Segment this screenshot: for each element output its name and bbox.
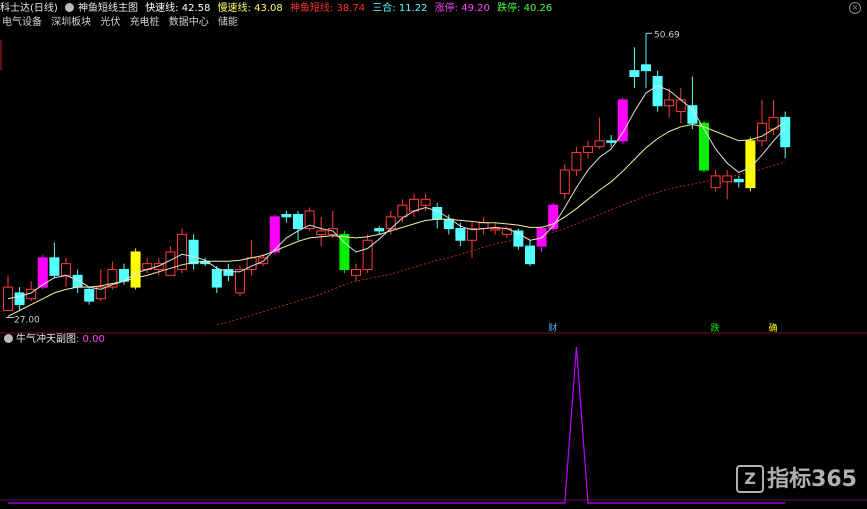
indicator-settings-icon[interactable] — [4, 334, 13, 343]
indicator-value: : 0.00 — [76, 334, 105, 345]
candle-body — [559, 169, 570, 194]
logo-icon: Z — [736, 465, 765, 493]
close-icon[interactable]: × — [849, 2, 861, 14]
candle-body — [281, 214, 292, 218]
candle-body — [316, 230, 327, 235]
candle-body — [733, 178, 744, 183]
candle-body — [652, 75, 663, 107]
candle-body — [397, 204, 408, 218]
header-bar: 科士达(日线) 神鱼短线主图 快速线: 42.58 慢速线: 43.08 神鱼短… — [0, 0, 867, 17]
candle-body — [374, 228, 385, 232]
stock-name[interactable]: 科士达(日线) — [0, 3, 58, 14]
candle-body — [351, 269, 361, 276]
candle-body — [72, 274, 83, 288]
candle-body — [84, 288, 95, 302]
zhangting-label: 涨停: 49.20 — [434, 3, 490, 14]
sector-tag[interactable]: 数据中心 — [169, 17, 209, 28]
sanhe-label: 三合: 11.22 — [372, 3, 428, 14]
watermark-text: 指标365 — [767, 467, 857, 492]
sector-tag[interactable]: 充电桩 — [130, 17, 160, 28]
trend-line — [216, 161, 786, 325]
candle-body — [49, 257, 60, 276]
candle-body — [757, 122, 767, 142]
candle-body — [710, 175, 721, 189]
candle-body — [420, 198, 431, 206]
candle-body — [362, 239, 373, 271]
candle-body — [571, 152, 582, 171]
fast-line — [7, 85, 786, 300]
candle-body — [617, 99, 628, 142]
candle-body — [699, 122, 709, 171]
candle-body — [490, 228, 501, 231]
sector-tag[interactable]: 电气设备 — [2, 17, 42, 28]
slow-line-label: 慢速线: 43.08 — [217, 3, 283, 14]
candle-body — [641, 64, 651, 72]
watermark: Z 指标365 — [736, 461, 857, 493]
indicator-name[interactable]: 神鱼短线主图 — [78, 3, 138, 14]
slow-line — [7, 121, 786, 317]
candle-body — [293, 214, 303, 230]
indicator-line — [8, 346, 786, 504]
indicator-name-label[interactable]: 牛气冲天副图 — [16, 334, 76, 345]
candle-body — [14, 292, 25, 306]
candle-body — [455, 228, 466, 241]
candle-body — [594, 140, 605, 148]
candle-body — [188, 239, 199, 265]
sector-tags: 电气设备 深圳板块 光伏 充电桩 数据中心 储能 — [2, 16, 244, 30]
sector-tag[interactable]: 深圳板块 — [51, 17, 91, 28]
candle-body — [722, 175, 733, 183]
candle-body — [467, 228, 477, 241]
signal-marker: 财 — [548, 322, 557, 334]
kline-chart[interactable]: 50.69 27.00 财 跌 确 — [0, 0, 867, 509]
dieting-label: 跌停: 40.26 — [497, 3, 553, 14]
candle-body — [478, 222, 489, 230]
candle-body — [235, 269, 245, 294]
candle-body — [606, 140, 617, 143]
settings-icon[interactable] — [65, 3, 74, 12]
candle-body — [675, 99, 686, 113]
candle-body — [629, 70, 640, 77]
candle-body — [61, 263, 71, 276]
high-price-label: 50.69 — [654, 30, 680, 40]
candle-body — [130, 251, 141, 288]
fast-line-label: 快速线: 42.58 — [145, 3, 211, 14]
sector-tag[interactable]: 光伏 — [100, 17, 120, 28]
candle-body — [409, 198, 419, 212]
signal-marker: 确 — [769, 322, 778, 334]
candle-body — [583, 146, 593, 154]
candle-body — [211, 269, 222, 288]
shenyu-label: 神鱼短线: 38.74 — [289, 3, 366, 14]
indicator-header: 牛气冲天副图: 0.00 — [4, 333, 105, 347]
candle-body — [385, 216, 396, 230]
sector-tag[interactable]: 储能 — [218, 17, 238, 28]
candle-body — [525, 245, 535, 265]
low-price-label: 27.00 — [14, 315, 40, 325]
candle-body — [165, 251, 176, 276]
signal-marker: 跌 — [711, 323, 720, 334]
candle-body — [664, 99, 675, 107]
